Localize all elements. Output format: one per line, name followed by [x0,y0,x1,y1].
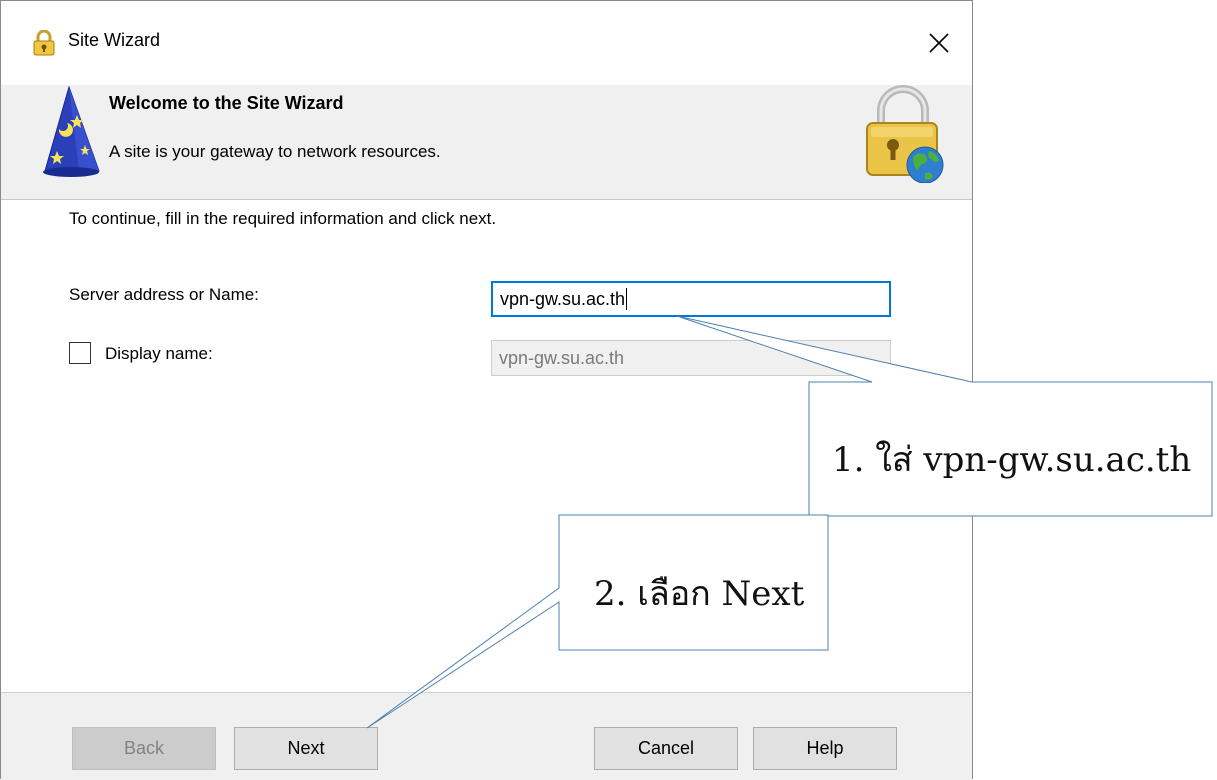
wizard-hat-icon [43,85,100,177]
callout-step-2: 2. เลือก Next [594,574,805,614]
cancel-button[interactable]: Cancel [594,727,738,770]
site-wizard-dialog: Site Wizard Welcome to the Site Wizard A… [0,0,973,780]
wizard-subtitle: A site is your gateway to network resour… [109,142,441,161]
lock-icon [33,30,55,56]
next-button[interactable]: Next [234,727,378,770]
help-button[interactable]: Help [753,727,897,770]
display-name-value: vpn-gw.su.ac.th [499,347,625,368]
title-bar: Site Wizard [1,1,972,85]
server-address-value: vpn-gw.su.ac.th [500,288,626,309]
server-address-input[interactable]: vpn-gw.su.ac.th [491,281,891,317]
wizard-title: Welcome to the Site Wizard [109,93,344,113]
close-icon [929,33,949,53]
server-address-label: Server address or Name: [69,285,259,304]
callout-step-1: 1. ใส่ vpn-gw.su.ac.th [832,440,1192,480]
wizard-body: To continue, fill in the required inform… [1,200,972,692]
display-name-label: Display name: [105,344,213,363]
back-button: Back [72,727,216,770]
close-button[interactable] [919,23,959,63]
wizard-header: Welcome to the Site Wizard A site is you… [1,85,972,200]
display-name-input: vpn-gw.su.ac.th [491,340,891,376]
instruction-text: To continue, fill in the required inform… [69,209,497,228]
display-name-checkbox[interactable] [69,342,91,364]
lock-globe-icon [866,85,944,183]
window-title: Site Wizard [68,30,161,50]
wizard-footer: Back Next Cancel Help [1,692,972,780]
text-caret [626,288,628,310]
